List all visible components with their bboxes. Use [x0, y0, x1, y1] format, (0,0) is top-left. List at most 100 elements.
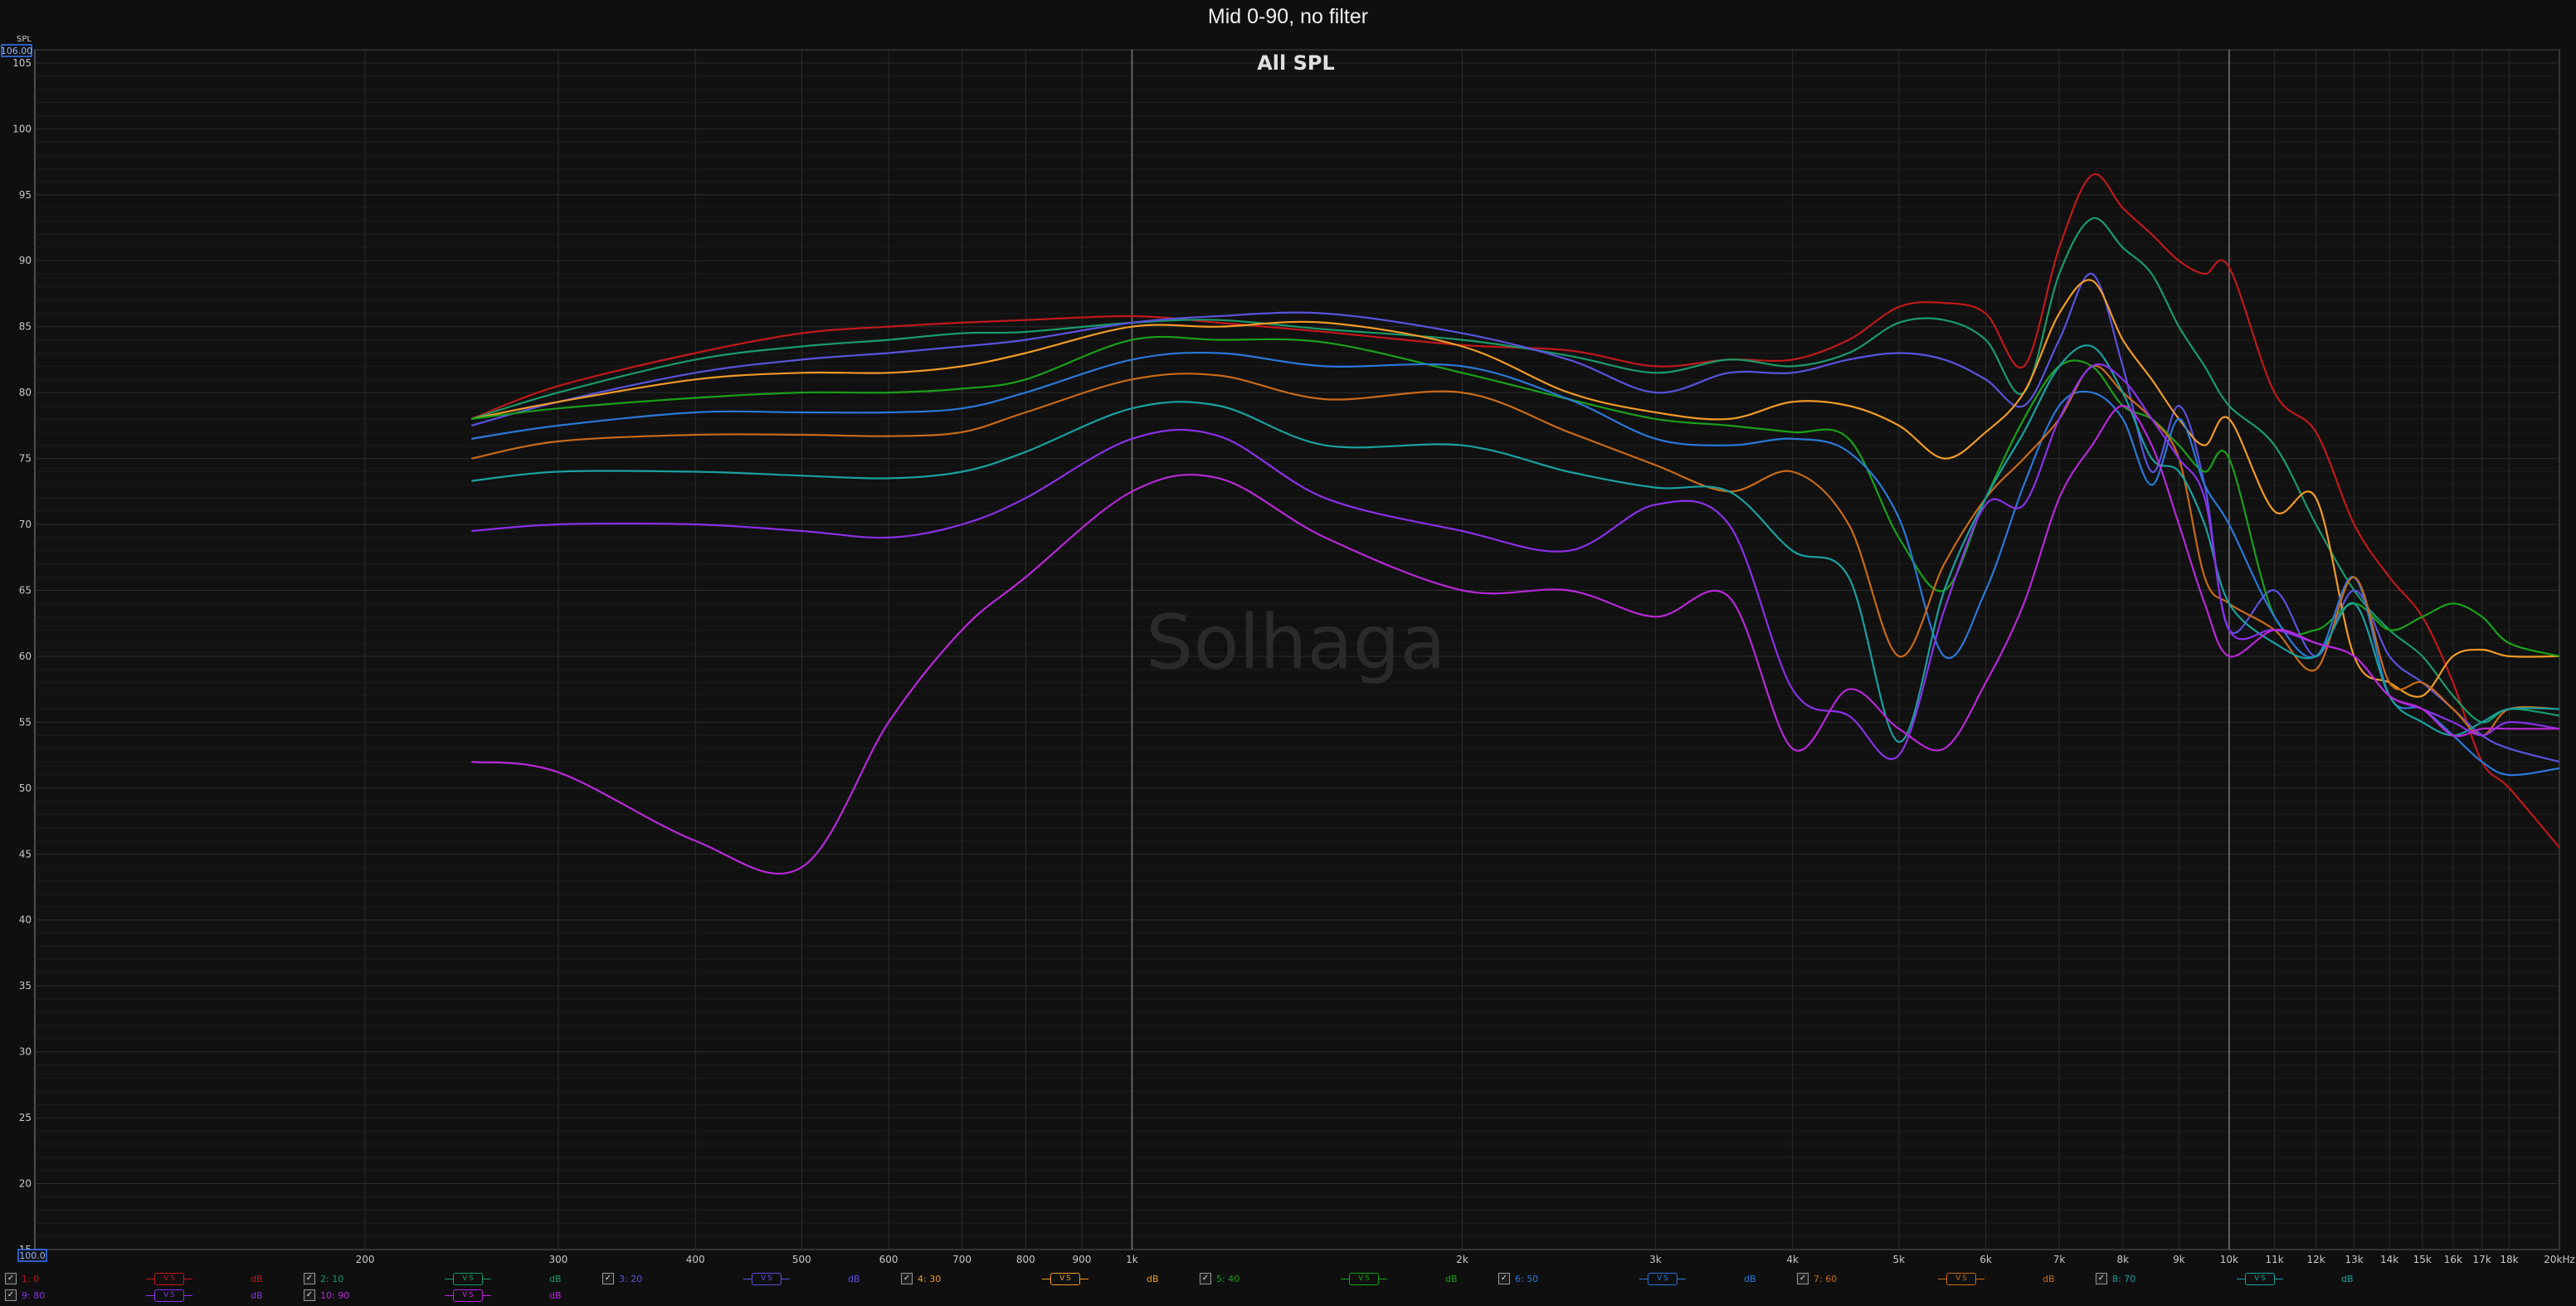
- legend-entry-7: ✓ 7: 60 V S dB: [1797, 1272, 2096, 1285]
- chart-title: All SPL: [1257, 51, 1335, 75]
- legend-entry-2: ✓ 2: 10 V S dB: [304, 1272, 602, 1285]
- y-max-box[interactable]: 106.00: [1, 44, 33, 57]
- x-tick-label: 700: [952, 1254, 971, 1265]
- y-tick-label: 45: [19, 848, 32, 860]
- legend-row: ✓ 1: 0 V S dB ✓ 2: 10 V S dB ✓ 3: 20 V S dB ✓ 4: 30 V …: [5, 1271, 2394, 1286]
- legend-series-name: 9: 80: [22, 1289, 46, 1301]
- y-tick-label: 100: [12, 123, 32, 134]
- legend-row: ✓ 9: 80 V S dB ✓ 10: 90 V S dB: [5, 1288, 602, 1303]
- legend-entry-9: ✓ 9: 80 V S dB: [5, 1289, 304, 1302]
- y-tick-label: 55: [19, 716, 32, 728]
- x-tick-label: 5k: [1893, 1254, 1906, 1265]
- x-tick-label: 200: [356, 1254, 375, 1265]
- legend-series-name: 3: 20: [619, 1273, 643, 1284]
- x-tick-label: 7k: [2053, 1254, 2066, 1265]
- legend-checkbox[interactable]: ✓: [1797, 1273, 1809, 1284]
- legend-unit-label: dB: [549, 1289, 562, 1301]
- x-tick-label: 14k: [2380, 1254, 2398, 1265]
- x-tick-label: 3k: [1649, 1254, 1662, 1265]
- legend-series-name: 5: 40: [1216, 1273, 1240, 1284]
- legend-series-name: 6: 50: [1515, 1273, 1539, 1284]
- x-tick-label: 8k: [2116, 1254, 2129, 1265]
- y-tick-label: 20: [19, 1178, 32, 1190]
- legend-unit-label: dB: [1744, 1273, 1756, 1284]
- legend-checkbox[interactable]: ✓: [1498, 1273, 1510, 1284]
- legend-style-button[interactable]: V S: [146, 1272, 192, 1285]
- x-tick-label: 300: [549, 1254, 568, 1265]
- x-tick-label: 400: [686, 1254, 705, 1265]
- legend-checkbox[interactable]: ✓: [602, 1273, 614, 1284]
- y-tick-label: 30: [19, 1046, 32, 1058]
- legend-unit-label: dB: [1445, 1273, 1458, 1284]
- y-tick-label: 65: [19, 584, 32, 596]
- legend-entry-3: ✓ 3: 20 V S dB: [602, 1272, 901, 1285]
- legend-entry-1: ✓ 1: 0 V S dB: [5, 1272, 304, 1285]
- legend-unit-label: dB: [1147, 1273, 1159, 1284]
- x-min-box[interactable]: 100.0: [17, 1249, 47, 1262]
- x-tick-label: 11k: [2266, 1254, 2284, 1265]
- x-tick-label: 12k: [2307, 1254, 2325, 1265]
- legend-checkbox[interactable]: ✓: [1200, 1273, 1211, 1284]
- legend-style-button[interactable]: V S: [1042, 1272, 1088, 1285]
- legend-unit-label: dB: [848, 1273, 860, 1284]
- x-tick-label: 13k: [2345, 1254, 2363, 1265]
- y-unit-label: SPL: [17, 35, 32, 44]
- legend-series-name: 8: 70: [2112, 1273, 2136, 1284]
- y-tick-label: 60: [19, 651, 32, 662]
- legend-style-button[interactable]: V S: [1639, 1272, 1686, 1285]
- legend-entry-10: ✓ 10: 90 V S dB: [304, 1289, 602, 1302]
- legend-unit-label: dB: [251, 1273, 263, 1284]
- legend-checkbox[interactable]: ✓: [304, 1273, 315, 1284]
- x-tick-label: 18k: [2500, 1254, 2518, 1265]
- legend-checkbox[interactable]: ✓: [304, 1289, 315, 1301]
- legend-style-button[interactable]: V S: [146, 1289, 192, 1302]
- x-tick-label: 600: [879, 1254, 898, 1265]
- y-tick-label: 75: [19, 453, 32, 465]
- legend-checkbox[interactable]: ✓: [5, 1273, 17, 1284]
- legend-unit-label: dB: [251, 1289, 263, 1301]
- legend-unit-label: dB: [2043, 1273, 2055, 1284]
- y-tick-label: 25: [19, 1112, 32, 1123]
- legend-entry-8: ✓ 8: 70 V S dB: [2096, 1272, 2394, 1285]
- legend-style-button[interactable]: V S: [1341, 1272, 1387, 1285]
- watermark: Solhaga: [1146, 599, 1446, 686]
- legend-entry-5: ✓ 5: 40 V S dB: [1200, 1272, 1498, 1285]
- legend-style-button[interactable]: V S: [743, 1272, 790, 1285]
- x-tick-label: 6k: [1979, 1254, 1992, 1265]
- legend-entry-4: ✓ 4: 30 V S dB: [901, 1272, 1200, 1285]
- legend-entry-6: ✓ 6: 50 V S dB: [1498, 1272, 1797, 1285]
- x-tick-label: 800: [1016, 1254, 1035, 1265]
- x-tick-label: 10k: [2220, 1254, 2238, 1265]
- legend-unit-label: dB: [549, 1273, 562, 1284]
- x-tick-label: 2k: [1456, 1254, 1468, 1265]
- y-tick-label: 95: [19, 189, 32, 201]
- y-tick-label: 105: [12, 57, 32, 69]
- y-tick-label: 80: [19, 387, 32, 398]
- legend-checkbox[interactable]: ✓: [5, 1289, 17, 1301]
- legend-style-button[interactable]: V S: [2237, 1272, 2283, 1285]
- legend-style-button[interactable]: V S: [445, 1272, 491, 1285]
- y-tick-label: 70: [19, 519, 32, 530]
- legend-style-button[interactable]: V S: [1938, 1272, 1984, 1285]
- legend-checkbox[interactable]: ✓: [2096, 1273, 2107, 1284]
- legend-series-name: 2: 10: [320, 1273, 344, 1284]
- x-tick-label: 17k: [2473, 1254, 2491, 1265]
- x-tick-label: 15k: [2413, 1254, 2432, 1265]
- legend-style-button[interactable]: V S: [445, 1289, 491, 1302]
- x-tick-label: 4k: [1786, 1254, 1799, 1265]
- legend-series-name: 4: 30: [918, 1273, 942, 1284]
- x-min-value: 100.0: [19, 1250, 46, 1261]
- x-tick-label: 500: [792, 1254, 811, 1265]
- x-tick-label: 1k: [1126, 1254, 1138, 1265]
- y-tick-label: 40: [19, 914, 32, 926]
- y-tick-label: 90: [19, 255, 32, 266]
- x-tick-label: 16k: [2444, 1254, 2462, 1265]
- x-tick-label: 900: [1072, 1254, 1091, 1265]
- x-tick-label: 20kHz: [2544, 1254, 2575, 1265]
- y-tick-label: 35: [19, 980, 32, 992]
- y-tick-label: 50: [19, 782, 32, 794]
- x-tick-label: 9k: [2173, 1254, 2185, 1265]
- y-tick-label: 85: [19, 321, 32, 333]
- y-max-value: 106.00: [1, 46, 33, 56]
- legend-checkbox[interactable]: ✓: [901, 1273, 913, 1284]
